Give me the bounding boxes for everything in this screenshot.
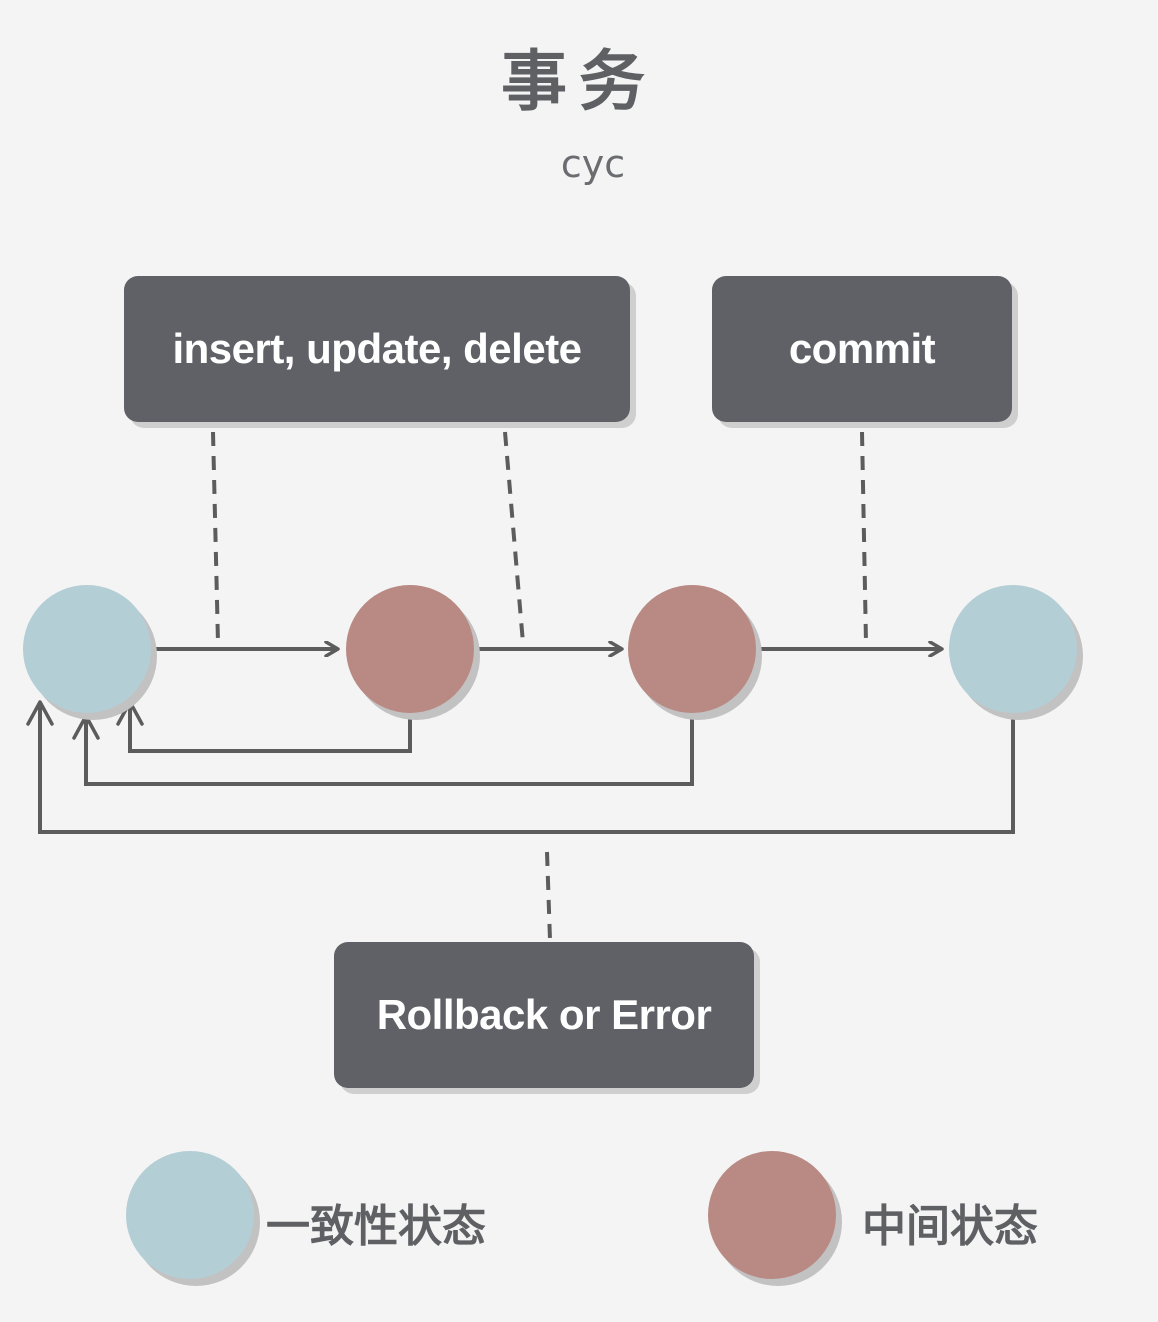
dashed-connector-commit [860, 431, 868, 644]
state-consistent-start [23, 585, 151, 713]
rollback-box: Rollback or Error [334, 942, 754, 1088]
dashed-connector-ops-1 [211, 431, 220, 644]
commit-box: commit [712, 276, 1012, 422]
legend-intermediate-swatch [708, 1151, 836, 1279]
rollback-path-2 [72, 712, 694, 786]
state-intermediate-1 [346, 585, 474, 713]
dashed-connector-rollback [545, 851, 552, 941]
rollback-path-1 [116, 700, 412, 753]
dashed-connector-ops-2 [503, 431, 525, 644]
diagram-graphics [23, 431, 1083, 1286]
state-consistent-end [949, 585, 1077, 713]
legend-intermediate-label: 中间状态 [862, 1201, 1038, 1252]
legend-consistent-label: 一致性状态 [266, 1201, 486, 1252]
state-intermediate-2 [628, 585, 756, 713]
operations-box-label: insert, update, delete [172, 325, 582, 372]
rollback-box-label: Rollback or Error [376, 991, 712, 1038]
legend-consistent-swatch [126, 1151, 254, 1279]
rollback-path-3 [26, 700, 1015, 834]
commit-box-label: commit [788, 325, 936, 372]
transaction-diagram: 事务 cyc insert, update, delete commit Rol… [0, 0, 1158, 1322]
operations-box: insert, update, delete [124, 276, 630, 422]
